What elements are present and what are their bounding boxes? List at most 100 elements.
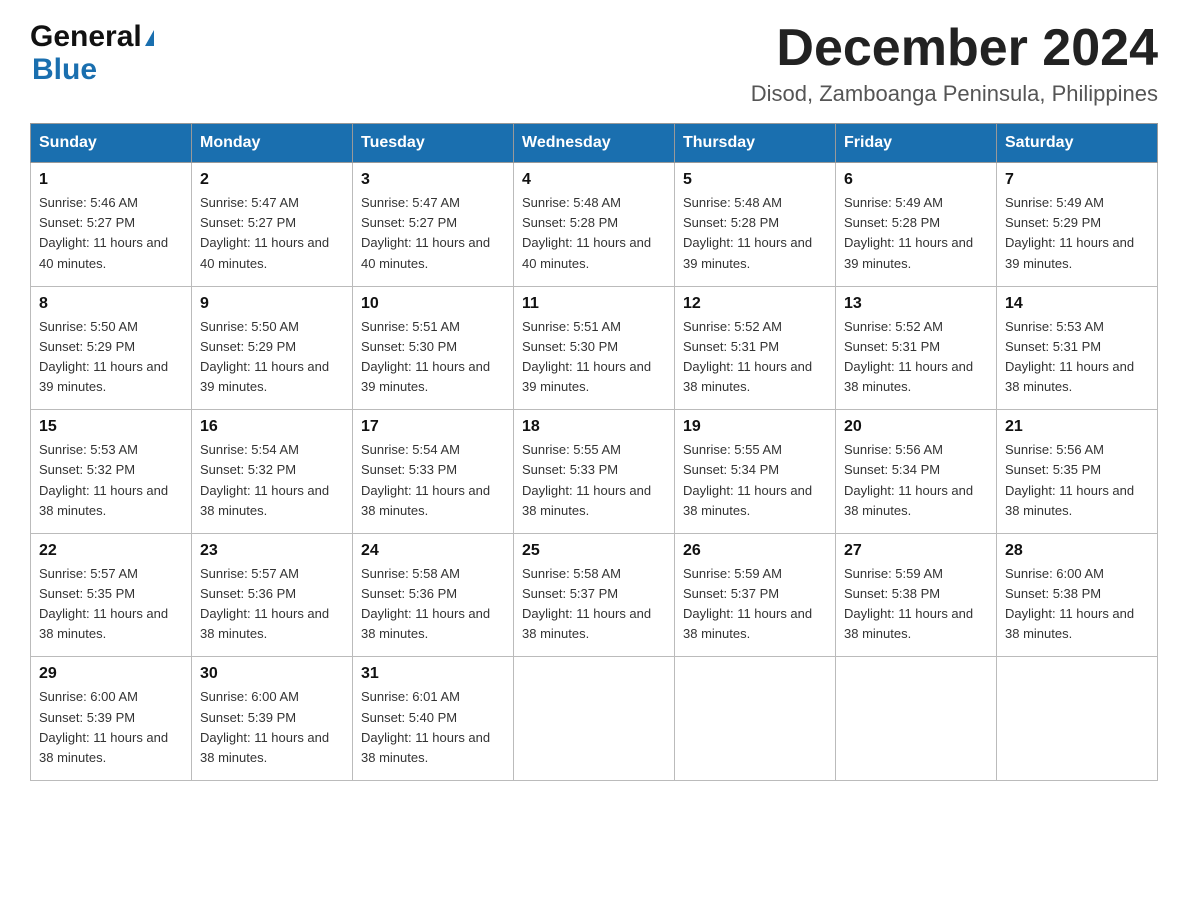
day-number: 1 (39, 171, 183, 189)
calendar-week-1: 1 Sunrise: 5:46 AM Sunset: 5:27 PM Dayli… (31, 163, 1158, 287)
calendar-cell: 22 Sunrise: 5:57 AM Sunset: 5:35 PM Dayl… (31, 533, 192, 657)
calendar-cell: 18 Sunrise: 5:55 AM Sunset: 5:33 PM Dayl… (514, 410, 675, 534)
calendar-header-wednesday: Wednesday (514, 124, 675, 163)
day-number: 27 (844, 542, 988, 560)
day-number: 12 (683, 295, 827, 313)
page-header: General Blue December 2024 Disod, Zamboa… (30, 20, 1158, 107)
day-number: 4 (522, 171, 666, 189)
day-info: Sunrise: 5:52 AM Sunset: 5:31 PM Dayligh… (683, 317, 827, 398)
day-number: 11 (522, 295, 666, 313)
calendar-header-row: SundayMondayTuesdayWednesdayThursdayFrid… (31, 124, 1158, 163)
calendar-cell (514, 657, 675, 781)
day-info: Sunrise: 6:00 AM Sunset: 5:39 PM Dayligh… (39, 687, 183, 768)
calendar-cell: 15 Sunrise: 5:53 AM Sunset: 5:32 PM Dayl… (31, 410, 192, 534)
logo-blue: Blue (32, 53, 97, 86)
day-number: 16 (200, 418, 344, 436)
day-number: 26 (683, 542, 827, 560)
logo: General Blue (30, 20, 154, 86)
day-number: 13 (844, 295, 988, 313)
calendar-header-sunday: Sunday (31, 124, 192, 163)
day-info: Sunrise: 5:52 AM Sunset: 5:31 PM Dayligh… (844, 317, 988, 398)
day-number: 21 (1005, 418, 1149, 436)
day-number: 14 (1005, 295, 1149, 313)
calendar-cell: 28 Sunrise: 6:00 AM Sunset: 5:38 PM Dayl… (997, 533, 1158, 657)
day-info: Sunrise: 5:55 AM Sunset: 5:33 PM Dayligh… (522, 440, 666, 521)
day-number: 18 (522, 418, 666, 436)
day-info: Sunrise: 5:59 AM Sunset: 5:38 PM Dayligh… (844, 564, 988, 645)
day-number: 17 (361, 418, 505, 436)
main-title: December 2024 (751, 20, 1158, 77)
calendar-cell: 3 Sunrise: 5:47 AM Sunset: 5:27 PM Dayli… (353, 163, 514, 287)
day-info: Sunrise: 6:00 AM Sunset: 5:39 PM Dayligh… (200, 687, 344, 768)
day-info: Sunrise: 5:50 AM Sunset: 5:29 PM Dayligh… (200, 317, 344, 398)
day-number: 28 (1005, 542, 1149, 560)
day-number: 31 (361, 665, 505, 683)
day-info: Sunrise: 5:58 AM Sunset: 5:37 PM Dayligh… (522, 564, 666, 645)
calendar-cell: 19 Sunrise: 5:55 AM Sunset: 5:34 PM Dayl… (675, 410, 836, 534)
day-number: 24 (361, 542, 505, 560)
calendar-cell: 13 Sunrise: 5:52 AM Sunset: 5:31 PM Dayl… (836, 286, 997, 410)
day-number: 20 (844, 418, 988, 436)
logo-general: General (30, 20, 154, 53)
day-info: Sunrise: 5:54 AM Sunset: 5:33 PM Dayligh… (361, 440, 505, 521)
calendar-header-friday: Friday (836, 124, 997, 163)
day-number: 29 (39, 665, 183, 683)
day-info: Sunrise: 5:49 AM Sunset: 5:28 PM Dayligh… (844, 193, 988, 274)
day-number: 6 (844, 171, 988, 189)
subtitle: Disod, Zamboanga Peninsula, Philippines (751, 81, 1158, 107)
day-number: 5 (683, 171, 827, 189)
day-info: Sunrise: 5:50 AM Sunset: 5:29 PM Dayligh… (39, 317, 183, 398)
day-number: 25 (522, 542, 666, 560)
calendar-table: SundayMondayTuesdayWednesdayThursdayFrid… (30, 123, 1158, 781)
day-info: Sunrise: 5:56 AM Sunset: 5:35 PM Dayligh… (1005, 440, 1149, 521)
calendar-cell: 14 Sunrise: 5:53 AM Sunset: 5:31 PM Dayl… (997, 286, 1158, 410)
day-info: Sunrise: 5:56 AM Sunset: 5:34 PM Dayligh… (844, 440, 988, 521)
day-info: Sunrise: 5:46 AM Sunset: 5:27 PM Dayligh… (39, 193, 183, 274)
calendar-header-monday: Monday (192, 124, 353, 163)
day-info: Sunrise: 5:48 AM Sunset: 5:28 PM Dayligh… (522, 193, 666, 274)
day-number: 3 (361, 171, 505, 189)
calendar-cell: 27 Sunrise: 5:59 AM Sunset: 5:38 PM Dayl… (836, 533, 997, 657)
day-number: 8 (39, 295, 183, 313)
day-number: 9 (200, 295, 344, 313)
calendar-cell: 30 Sunrise: 6:00 AM Sunset: 5:39 PM Dayl… (192, 657, 353, 781)
calendar-cell (836, 657, 997, 781)
calendar-header-thursday: Thursday (675, 124, 836, 163)
calendar-week-5: 29 Sunrise: 6:00 AM Sunset: 5:39 PM Dayl… (31, 657, 1158, 781)
day-info: Sunrise: 5:47 AM Sunset: 5:27 PM Dayligh… (200, 193, 344, 274)
day-number: 22 (39, 542, 183, 560)
calendar-cell: 31 Sunrise: 6:01 AM Sunset: 5:40 PM Dayl… (353, 657, 514, 781)
day-info: Sunrise: 5:58 AM Sunset: 5:36 PM Dayligh… (361, 564, 505, 645)
day-info: Sunrise: 5:47 AM Sunset: 5:27 PM Dayligh… (361, 193, 505, 274)
calendar-cell: 7 Sunrise: 5:49 AM Sunset: 5:29 PM Dayli… (997, 163, 1158, 287)
day-info: Sunrise: 5:54 AM Sunset: 5:32 PM Dayligh… (200, 440, 344, 521)
calendar-cell: 2 Sunrise: 5:47 AM Sunset: 5:27 PM Dayli… (192, 163, 353, 287)
calendar-cell: 10 Sunrise: 5:51 AM Sunset: 5:30 PM Dayl… (353, 286, 514, 410)
day-info: Sunrise: 5:57 AM Sunset: 5:35 PM Dayligh… (39, 564, 183, 645)
day-info: Sunrise: 5:48 AM Sunset: 5:28 PM Dayligh… (683, 193, 827, 274)
calendar-week-4: 22 Sunrise: 5:57 AM Sunset: 5:35 PM Dayl… (31, 533, 1158, 657)
calendar-cell: 12 Sunrise: 5:52 AM Sunset: 5:31 PM Dayl… (675, 286, 836, 410)
day-info: Sunrise: 5:51 AM Sunset: 5:30 PM Dayligh… (522, 317, 666, 398)
calendar-cell: 24 Sunrise: 5:58 AM Sunset: 5:36 PM Dayl… (353, 533, 514, 657)
day-number: 23 (200, 542, 344, 560)
day-number: 19 (683, 418, 827, 436)
day-info: Sunrise: 6:00 AM Sunset: 5:38 PM Dayligh… (1005, 564, 1149, 645)
calendar-cell: 4 Sunrise: 5:48 AM Sunset: 5:28 PM Dayli… (514, 163, 675, 287)
calendar-cell: 21 Sunrise: 5:56 AM Sunset: 5:35 PM Dayl… (997, 410, 1158, 534)
calendar-cell: 9 Sunrise: 5:50 AM Sunset: 5:29 PM Dayli… (192, 286, 353, 410)
day-number: 10 (361, 295, 505, 313)
calendar-cell: 20 Sunrise: 5:56 AM Sunset: 5:34 PM Dayl… (836, 410, 997, 534)
calendar-cell: 16 Sunrise: 5:54 AM Sunset: 5:32 PM Dayl… (192, 410, 353, 534)
day-number: 2 (200, 171, 344, 189)
calendar-cell (997, 657, 1158, 781)
calendar-cell: 25 Sunrise: 5:58 AM Sunset: 5:37 PM Dayl… (514, 533, 675, 657)
day-info: Sunrise: 5:51 AM Sunset: 5:30 PM Dayligh… (361, 317, 505, 398)
calendar-cell: 17 Sunrise: 5:54 AM Sunset: 5:33 PM Dayl… (353, 410, 514, 534)
day-number: 15 (39, 418, 183, 436)
day-info: Sunrise: 5:49 AM Sunset: 5:29 PM Dayligh… (1005, 193, 1149, 274)
calendar-cell: 6 Sunrise: 5:49 AM Sunset: 5:28 PM Dayli… (836, 163, 997, 287)
day-info: Sunrise: 5:57 AM Sunset: 5:36 PM Dayligh… (200, 564, 344, 645)
calendar-week-2: 8 Sunrise: 5:50 AM Sunset: 5:29 PM Dayli… (31, 286, 1158, 410)
calendar-week-3: 15 Sunrise: 5:53 AM Sunset: 5:32 PM Dayl… (31, 410, 1158, 534)
